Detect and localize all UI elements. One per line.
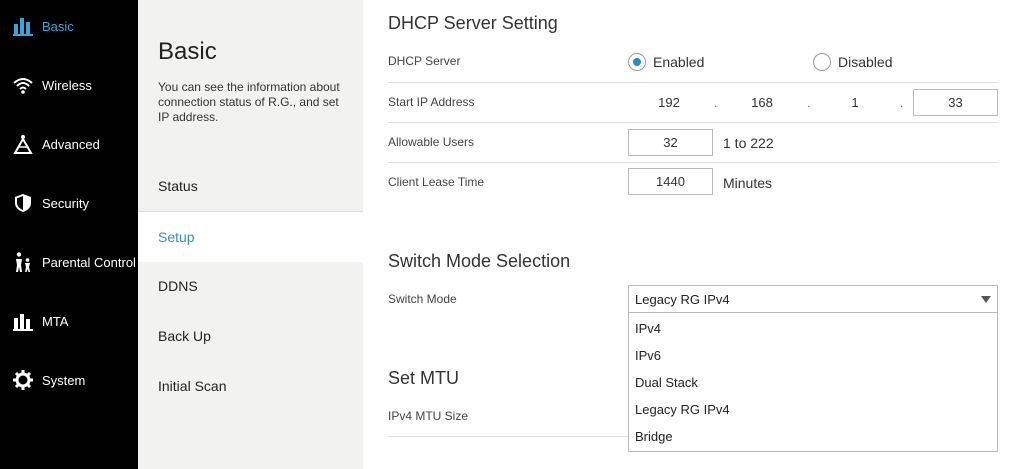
- allowable-users-input[interactable]: 32: [628, 129, 713, 156]
- subnav-item-back-up[interactable]: Back Up: [138, 311, 363, 361]
- start-ip-octet-3: 1: [851, 95, 859, 110]
- nav-item-label: Advanced: [42, 136, 100, 152]
- start-ip-octet-4-input[interactable]: 33: [913, 89, 998, 116]
- subnav-item-label: Status: [158, 178, 198, 194]
- mtu-title: Set MTU: [388, 368, 460, 388]
- nav-item-security[interactable]: Security: [0, 183, 138, 223]
- switch-mode-selected-value: Legacy RG IPv4: [635, 292, 730, 307]
- advanced-triangle-icon: [13, 135, 33, 154]
- switch-mode-options: IPv4 IPv6 Dual Stack Legacy RG IPv4 Brid…: [628, 313, 998, 452]
- gear-icon: [13, 370, 33, 390]
- nav-item-label: MTA: [42, 313, 69, 329]
- switch-mode-label: Switch Mode: [388, 292, 457, 306]
- subnav-item-label: DDNS: [158, 278, 198, 294]
- allowable-users-range: 1 to 222: [723, 135, 774, 151]
- wifi-icon: [13, 78, 33, 94]
- family-icon: [16, 252, 30, 272]
- switch-mode-select[interactable]: Legacy RG IPv4: [628, 285, 998, 313]
- option-legacy-rg-ipv4[interactable]: Legacy RG IPv4: [635, 402, 730, 417]
- start-ip-octet-2: 168: [751, 95, 773, 110]
- subnav-item-ddns[interactable]: DDNS: [138, 261, 363, 311]
- nav-item-label: Basic: [42, 18, 74, 34]
- subnav-item-setup[interactable]: Setup: [138, 212, 363, 262]
- sub-nav: Basic You can see the information about …: [138, 0, 363, 469]
- dhcp-enabled-radio[interactable]: [628, 53, 646, 71]
- nav-item-advanced[interactable]: Advanced: [0, 124, 138, 164]
- section-title: Basic: [158, 38, 217, 65]
- switch-mode-title: Switch Mode Selection: [388, 251, 571, 271]
- section-description: You can see the information about connec…: [158, 80, 340, 124]
- nav-item-label: Security: [42, 195, 89, 211]
- main-nav: Basic Wireless Advanced Security Parenta…: [0, 0, 138, 469]
- ip-separator: .: [714, 96, 718, 110]
- nav-item-parental-control[interactable]: Parental Control: [0, 242, 138, 282]
- nav-item-wireless[interactable]: Wireless: [0, 65, 138, 105]
- allowable-users-label: Allowable Users: [388, 135, 475, 149]
- divider: [388, 436, 628, 437]
- subnav-item-label: Setup: [158, 229, 195, 245]
- basic-bars-icon: [13, 18, 33, 36]
- ipv4-mtu-label: IPv4 MTU Size: [388, 409, 469, 423]
- option-ipv6[interactable]: IPv6: [635, 348, 661, 363]
- option-ipv4[interactable]: IPv4: [635, 321, 661, 336]
- lease-time-label: Client Lease Time: [388, 175, 485, 189]
- subnav-item-label: Back Up: [158, 328, 211, 344]
- ip-separator: .: [807, 96, 811, 110]
- subnav-item-label: Initial Scan: [158, 378, 227, 394]
- ip-separator: .: [900, 96, 904, 110]
- start-ip-label: Start IP Address: [388, 95, 475, 109]
- nav-item-label: Wireless: [42, 77, 92, 93]
- nav-item-basic[interactable]: Basic: [0, 6, 138, 46]
- nav-item-mta[interactable]: MTA: [0, 301, 138, 341]
- dropdown-arrow-icon[interactable]: [981, 296, 991, 303]
- shield-icon: [15, 194, 31, 212]
- divider: [388, 122, 998, 123]
- dhcp-disabled-radio[interactable]: [813, 53, 831, 71]
- dhcp-server-label: DHCP Server: [388, 54, 461, 68]
- dhcp-enabled-label: Enabled: [653, 54, 705, 70]
- start-ip-octet-1: 192: [658, 95, 680, 110]
- nav-item-system[interactable]: System: [0, 360, 138, 400]
- dhcp-title: DHCP Server Setting: [388, 13, 558, 33]
- lease-time-unit: Minutes: [723, 175, 773, 191]
- nav-item-label: Parental Control: [42, 254, 136, 270]
- mta-bars-icon: [13, 314, 33, 331]
- lease-time-input[interactable]: 1440: [628, 168, 713, 195]
- subnav-item-initial-scan[interactable]: Initial Scan: [138, 361, 363, 411]
- option-dual-stack[interactable]: Dual Stack: [635, 375, 698, 390]
- subnav-item-status[interactable]: Status: [138, 161, 363, 211]
- nav-item-label: System: [42, 372, 86, 388]
- option-bridge[interactable]: Bridge: [635, 429, 673, 444]
- divider: [388, 162, 998, 163]
- divider: [388, 82, 998, 83]
- dhcp-disabled-label: Disabled: [838, 54, 893, 70]
